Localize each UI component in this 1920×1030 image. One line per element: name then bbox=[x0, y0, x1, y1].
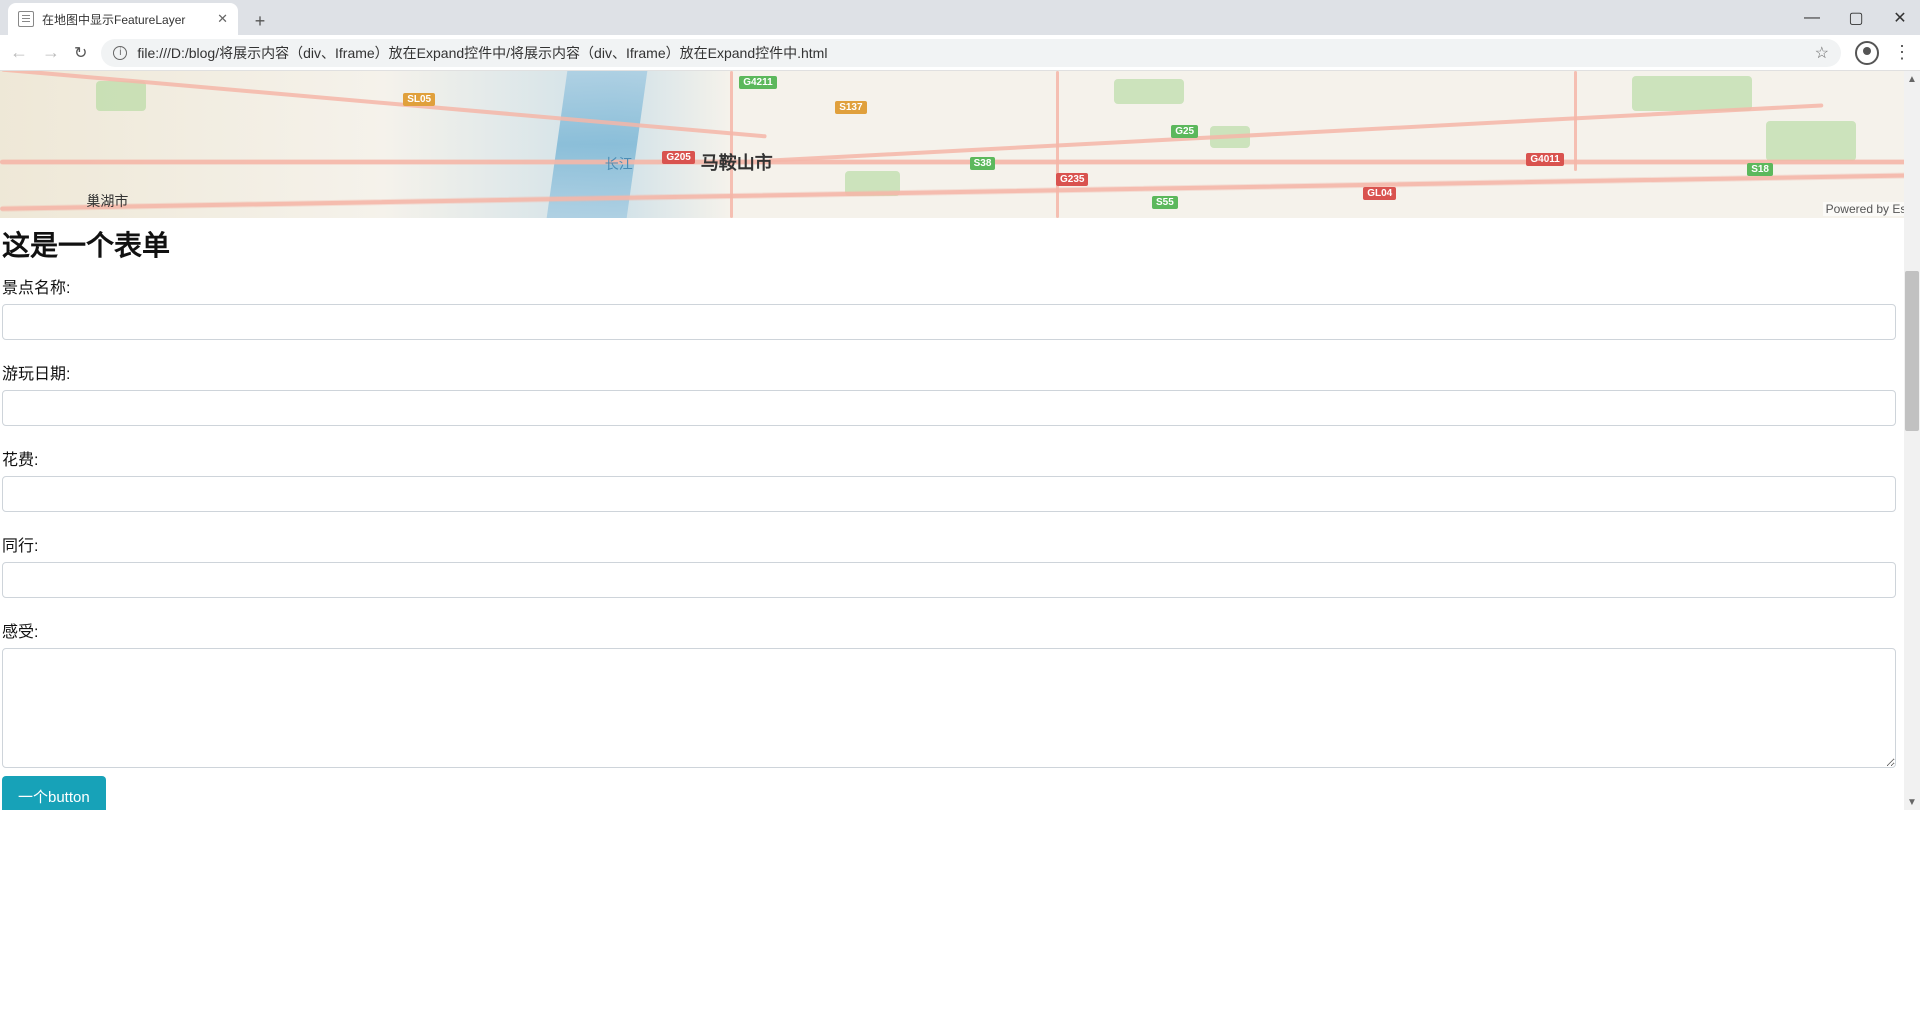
submit-button[interactable]: 一个button bbox=[2, 776, 106, 810]
play-date-label: 游玩日期: bbox=[2, 360, 1918, 384]
close-icon[interactable]: ✕ bbox=[217, 11, 228, 27]
cost-input[interactable] bbox=[2, 476, 1896, 512]
new-tab-button[interactable]: + bbox=[246, 7, 274, 35]
terrain-blob bbox=[1114, 79, 1184, 104]
road-badge: S18 bbox=[1747, 163, 1773, 176]
road-badge: G4011 bbox=[1526, 153, 1563, 166]
form-container: 这是一个表单 景点名称: 游玩日期: 花费: 同行: 感受: 一个button bbox=[0, 224, 1920, 810]
scroll-thumb[interactable] bbox=[1905, 271, 1919, 431]
companion-input[interactable] bbox=[2, 562, 1896, 598]
minimize-icon[interactable]: — bbox=[1802, 8, 1822, 28]
url-text: file:///D:/blog/将展示内容（div、Iframe）放在Expan… bbox=[137, 43, 827, 63]
scroll-up-icon[interactable]: ▲ bbox=[1904, 71, 1920, 87]
feeling-textarea[interactable] bbox=[2, 648, 1896, 768]
terrain-blob bbox=[96, 81, 146, 111]
browser-chrome: 在地图中显示FeatureLayer ✕ + — ▢ ✕ ← → ↻ i fil… bbox=[0, 0, 1920, 71]
browser-tab[interactable]: 在地图中显示FeatureLayer ✕ bbox=[8, 3, 238, 35]
back-button[interactable]: ← bbox=[10, 42, 28, 63]
terrain-blob bbox=[1766, 121, 1856, 161]
spot-name-label: 景点名称: bbox=[2, 274, 1918, 298]
browser-toolbar: ← → ↻ i file:///D:/blog/将展示内容（div、Iframe… bbox=[0, 35, 1920, 71]
forward-button[interactable]: → bbox=[42, 42, 60, 63]
page-content: 长江 马鞍山市 巢湖市 G4211 SL05 S137 G25 G205 S38 G4011… bbox=[0, 71, 1920, 810]
companion-label: 同行: bbox=[2, 532, 1918, 556]
tab-title: 在地图中显示FeatureLayer bbox=[42, 11, 185, 28]
map-attribution: Powered by Esri bbox=[1823, 202, 1916, 216]
road-badge: GL04 bbox=[1363, 187, 1396, 200]
road-badge: G25 bbox=[1171, 125, 1198, 138]
road-badge: SL05 bbox=[403, 93, 435, 106]
road-badge: S55 bbox=[1152, 196, 1178, 209]
maximize-icon[interactable]: ▢ bbox=[1846, 8, 1866, 28]
menu-icon[interactable]: ⋮ bbox=[1893, 42, 1910, 63]
map-view[interactable]: 长江 马鞍山市 巢湖市 G4211 SL05 S137 G25 G205 S38 G4011… bbox=[0, 71, 1920, 218]
feeling-label: 感受: bbox=[2, 618, 1918, 642]
profile-icon[interactable] bbox=[1855, 41, 1879, 65]
road-badge: G205 bbox=[662, 151, 694, 164]
road-badge: S137 bbox=[835, 101, 866, 114]
cost-label: 花费: bbox=[2, 446, 1918, 470]
side-city-label: 巢湖市 bbox=[86, 191, 128, 211]
window-controls: — ▢ ✕ bbox=[1802, 0, 1920, 35]
road-badge: G235 bbox=[1056, 173, 1088, 186]
river-label: 长江 bbox=[605, 154, 633, 174]
address-bar[interactable]: i file:///D:/blog/将展示内容（div、Iframe）放在Exp… bbox=[101, 39, 1841, 67]
road-badge: G4211 bbox=[739, 76, 776, 89]
info-icon[interactable]: i bbox=[113, 46, 127, 60]
terrain-blob bbox=[1632, 76, 1752, 111]
play-date-input[interactable] bbox=[2, 390, 1896, 426]
spot-name-input[interactable] bbox=[2, 304, 1896, 340]
road-badge: S38 bbox=[970, 157, 996, 170]
reload-button[interactable]: ↻ bbox=[74, 43, 87, 63]
close-window-icon[interactable]: ✕ bbox=[1890, 8, 1910, 28]
city-label: 马鞍山市 bbox=[701, 149, 773, 175]
bookmark-icon[interactable]: ☆ bbox=[1815, 43, 1829, 63]
form-title: 这是一个表单 bbox=[2, 224, 1918, 264]
tab-bar: 在地图中显示FeatureLayer ✕ + — ▢ ✕ bbox=[0, 0, 1920, 35]
document-icon bbox=[18, 11, 34, 27]
scroll-down-icon[interactable]: ▼ bbox=[1904, 794, 1920, 810]
vertical-scrollbar[interactable]: ▲ ▼ bbox=[1904, 71, 1920, 810]
